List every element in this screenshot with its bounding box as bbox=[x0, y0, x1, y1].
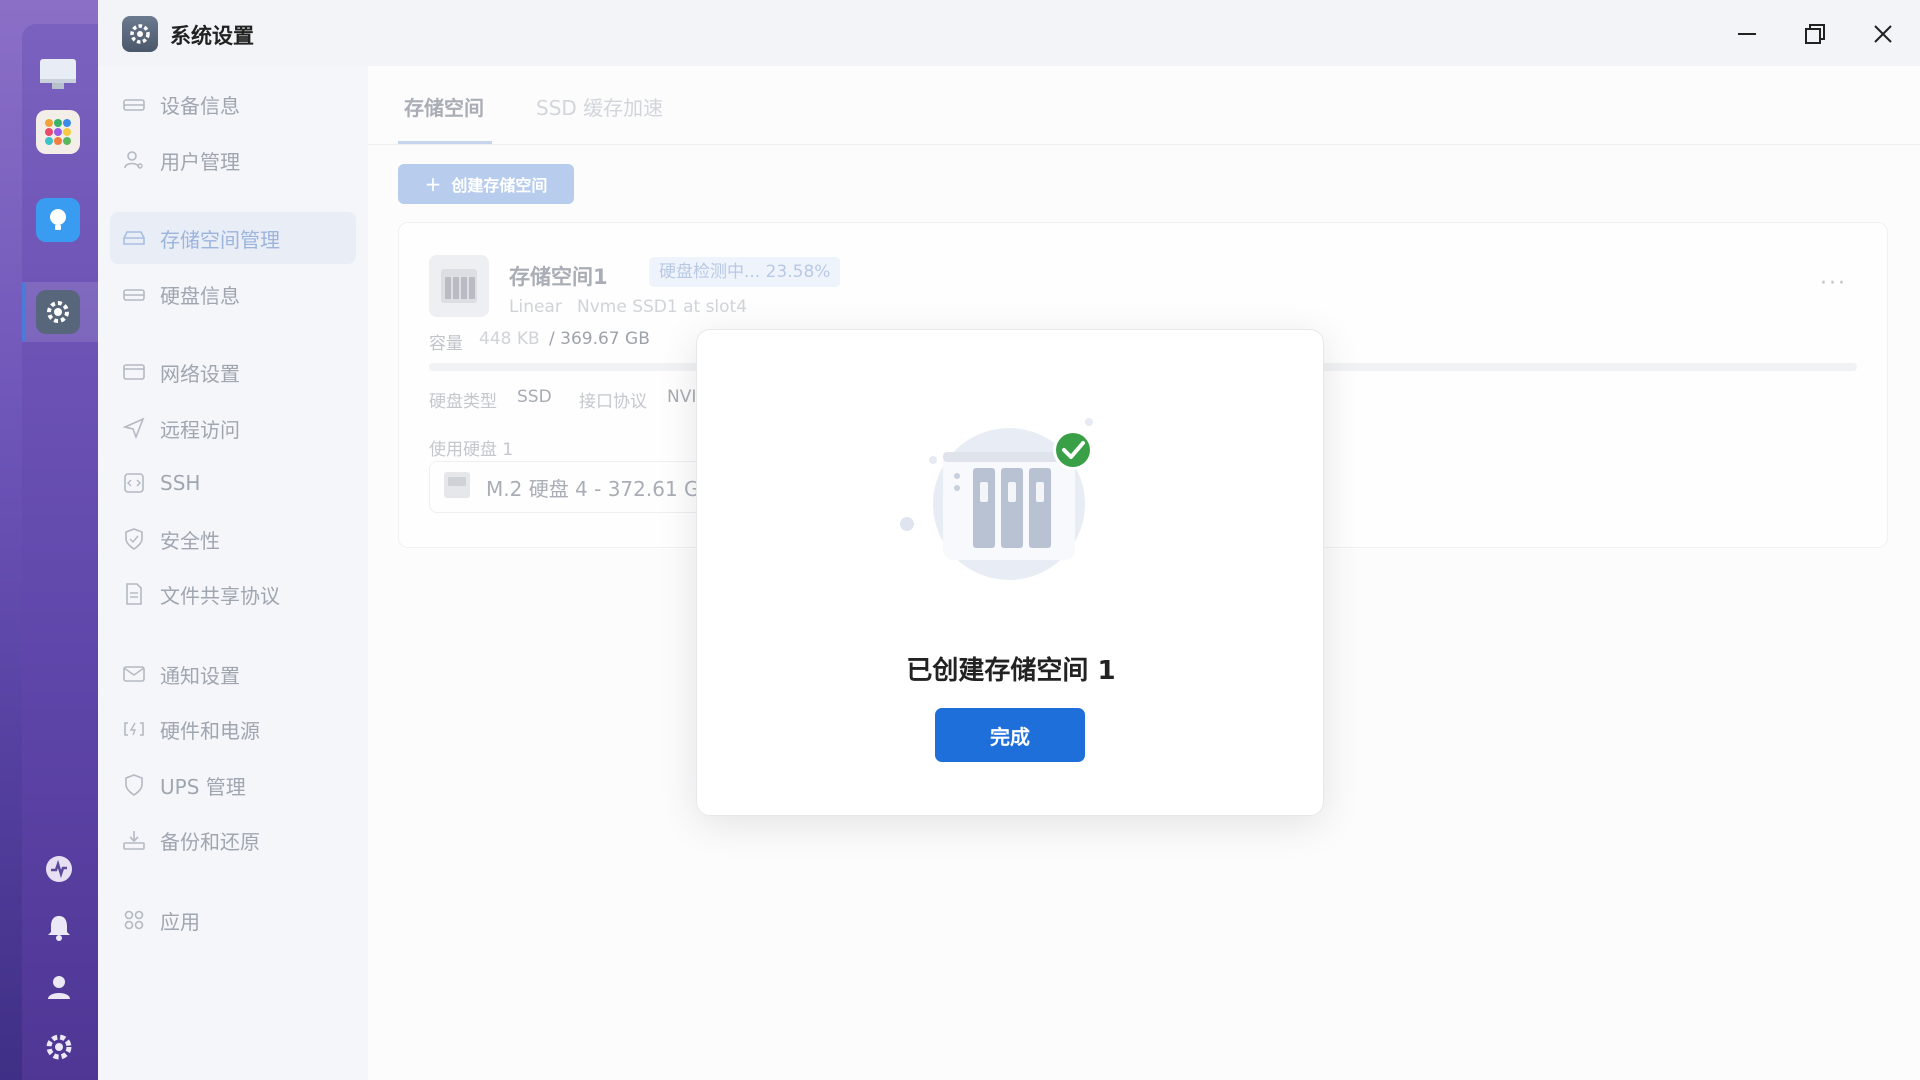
dock-active-indicator bbox=[22, 282, 26, 342]
create-storage-label: 创建存储空间 bbox=[451, 176, 548, 195]
sidebar-item-label: 设备信息 bbox=[160, 93, 240, 118]
ssh-icon bbox=[122, 471, 146, 495]
apps-grid-icon[interactable] bbox=[36, 110, 80, 154]
sidebar-item-label: 通知设置 bbox=[160, 663, 240, 688]
settings-gear-icon bbox=[122, 16, 158, 52]
sidebar-item-label: 网络设置 bbox=[160, 361, 240, 386]
storage-location: Nvme SSD1 at slot4 bbox=[577, 297, 748, 317]
sidebar-item-label: 应用 bbox=[160, 909, 200, 934]
network-icon bbox=[122, 360, 146, 384]
status-badge: 硬盘检测中... 23.58% bbox=[649, 257, 841, 287]
dialog-title: 已创建存储空间 1 bbox=[906, 656, 1116, 686]
sidebar-item-users[interactable]: 用户管理 bbox=[110, 134, 356, 186]
sidebar-item-label: 备份和还原 bbox=[160, 829, 260, 854]
titlebar: 系统设置 bbox=[98, 0, 1920, 66]
shield-icon bbox=[122, 527, 146, 551]
storage-mode: Linear bbox=[509, 297, 562, 317]
gear-icon[interactable] bbox=[44, 1032, 74, 1062]
activity-icon[interactable] bbox=[44, 854, 74, 884]
bell-icon[interactable] bbox=[44, 912, 74, 942]
sidebar-item-label: 存储空间管理 bbox=[160, 227, 280, 252]
capacity-total: / 369.67 GB bbox=[549, 329, 650, 349]
tab-storage-space[interactable]: 存储空间 bbox=[404, 92, 484, 121]
sidebar-item-hardware-power[interactable]: 硬件和电源 bbox=[110, 703, 356, 755]
settings-app-icon[interactable] bbox=[36, 290, 80, 334]
success-dialog: 已创建存储空间 1 完成 bbox=[696, 329, 1324, 816]
tab-divider bbox=[368, 144, 1920, 145]
sidebar-item-ssh[interactable]: SSH bbox=[110, 457, 356, 509]
disk-type-label: 硬盘类型 bbox=[429, 392, 497, 412]
sidebar-item-label: 文件共享协议 bbox=[160, 583, 280, 608]
window-title: 系统设置 bbox=[170, 24, 254, 48]
sidebar-item-security[interactable]: 安全性 bbox=[110, 513, 356, 565]
success-check-icon bbox=[1056, 433, 1090, 467]
maximize-icon[interactable] bbox=[1798, 17, 1832, 51]
power-icon bbox=[122, 717, 146, 741]
sidebar-item-label: UPS 管理 bbox=[160, 774, 246, 799]
backup-icon bbox=[122, 828, 146, 852]
user-icon[interactable] bbox=[44, 972, 74, 1002]
create-storage-button[interactable]: + 创建存储空间 bbox=[398, 164, 574, 204]
apps-icon bbox=[122, 908, 146, 932]
storage-icon bbox=[122, 226, 146, 250]
plus-icon: + bbox=[424, 172, 442, 196]
interface-value: NVI bbox=[667, 387, 697, 407]
sidebar-item-remote[interactable]: 远程访问 bbox=[110, 402, 356, 454]
more-options-icon[interactable]: ··· bbox=[1820, 271, 1847, 296]
disk-type-value: SSD bbox=[517, 387, 552, 407]
ssd-icon bbox=[442, 470, 472, 504]
use-disk-text: M.2 硬盘 4 - 372.61 GI bbox=[486, 476, 706, 501]
ups-icon bbox=[122, 773, 146, 797]
capacity-used: 448 KB bbox=[479, 329, 540, 349]
close-icon[interactable] bbox=[1866, 17, 1900, 51]
nas-drive-icon bbox=[429, 255, 489, 317]
device-icon bbox=[122, 92, 146, 116]
send-icon bbox=[122, 416, 146, 440]
minimize-icon[interactable] bbox=[1730, 17, 1764, 51]
sidebar-item-notification[interactable]: 通知设置 bbox=[110, 648, 356, 700]
done-button[interactable]: 完成 bbox=[935, 708, 1085, 762]
sidebar-item-harddisk[interactable]: 硬盘信息 bbox=[110, 268, 356, 320]
mail-icon bbox=[122, 662, 146, 686]
sidebar-item-backup[interactable]: 备份和还原 bbox=[110, 814, 356, 866]
sidebar-item-label: 远程访问 bbox=[160, 417, 240, 442]
sidebar-item-label: 硬盘信息 bbox=[160, 283, 240, 308]
sidebar-item-label: SSH bbox=[160, 471, 201, 495]
sidebar-item-label: 硬件和电源 bbox=[160, 718, 260, 743]
sidebar-item-device-info[interactable]: 设备信息 bbox=[110, 78, 356, 130]
tips-bulb-icon[interactable] bbox=[36, 198, 80, 242]
sidebar-item-file-sharing[interactable]: 文件共享协议 bbox=[110, 568, 356, 620]
sidebar-item-label: 用户管理 bbox=[160, 149, 240, 174]
storage-name: 存储空间1 bbox=[509, 265, 608, 289]
sidebar-item-network[interactable]: 网络设置 bbox=[110, 346, 356, 398]
harddisk-icon bbox=[122, 282, 146, 306]
tab-ssd-cache[interactable]: SSD 缓存加速 bbox=[536, 92, 663, 121]
sidebar-item-storage[interactable]: 存储空间管理 bbox=[110, 212, 356, 264]
use-disk-label: 使用硬盘 1 bbox=[429, 440, 514, 460]
sidebar: 设备信息 用户管理 存储空间管理 硬盘信息 网络设置 远程访问 SSH 安全性 bbox=[98, 66, 368, 1080]
sidebar-item-ups[interactable]: UPS 管理 bbox=[110, 759, 356, 811]
monitor-icon[interactable] bbox=[36, 52, 80, 96]
interface-label: 接口协议 bbox=[579, 392, 647, 412]
nas-success-illustration bbox=[893, 412, 1133, 592]
sidebar-item-apps[interactable]: 应用 bbox=[110, 894, 356, 946]
sidebar-item-label: 安全性 bbox=[160, 528, 220, 553]
dock bbox=[22, 24, 98, 1080]
file-icon bbox=[122, 582, 146, 606]
users-icon bbox=[122, 148, 146, 172]
capacity-label: 容量 bbox=[429, 334, 463, 354]
